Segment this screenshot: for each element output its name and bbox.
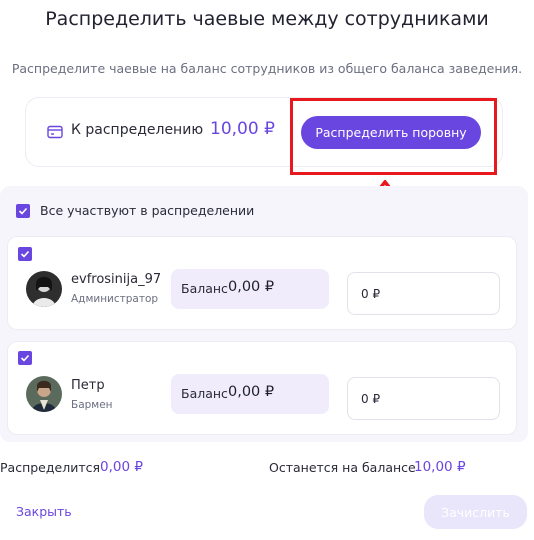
checkmark-icon	[20, 354, 30, 362]
balance-value: 0,00 ₽	[228, 279, 275, 295]
distribution-amount: 10,00 ₽	[210, 119, 275, 139]
wallet-card-icon	[47, 125, 63, 139]
employee-role: Бармен	[71, 399, 113, 411]
annotation-highlight-box	[290, 98, 497, 175]
employee-checkbox[interactable]	[18, 247, 32, 261]
credit-button[interactable]: Зачислить	[424, 495, 527, 529]
employee-role: Администратор	[71, 293, 159, 305]
employee-amount-input[interactable]	[347, 377, 500, 420]
employee-balance: Баланс 0,00 ₽	[171, 269, 329, 309]
all-participate-checkbox[interactable]	[16, 204, 30, 218]
distributed-value: 0,00 ₽	[100, 459, 143, 475]
dialog-subtitle: Распределите чаевые на баланс сотруднико…	[11, 61, 523, 76]
remaining-value: 10,00 ₽	[414, 459, 466, 475]
balance-label: Баланс	[181, 386, 228, 401]
employee-balance: Баланс 0,00 ₽	[171, 374, 329, 414]
checkmark-icon	[18, 207, 28, 215]
employee-card: evfrosinija_97 Администратор Баланс 0,00…	[7, 236, 517, 330]
avatar	[26, 376, 62, 412]
employee-name: evfrosinija_97	[71, 272, 162, 287]
dialog-title: Распределить чаевые между сотрудниками	[45, 8, 489, 30]
employee-card: Петр Бармен Баланс 0,00 ₽	[7, 341, 517, 435]
checkmark-icon	[20, 250, 30, 258]
employee-checkbox[interactable]	[18, 351, 32, 365]
employee-name: Петр	[71, 378, 105, 393]
all-participate-label: Все участвуют в распределении	[40, 203, 255, 218]
remaining-label: Останется на балансе	[269, 460, 416, 475]
balance-label: Баланс	[181, 281, 228, 296]
close-link[interactable]: Закрыть	[16, 504, 72, 519]
avatar	[26, 271, 62, 307]
balance-value: 0,00 ₽	[228, 384, 275, 400]
distribution-label: К распределению	[71, 122, 204, 138]
distributed-label: Распределится	[0, 460, 100, 475]
employee-amount-input[interactable]	[347, 272, 500, 315]
